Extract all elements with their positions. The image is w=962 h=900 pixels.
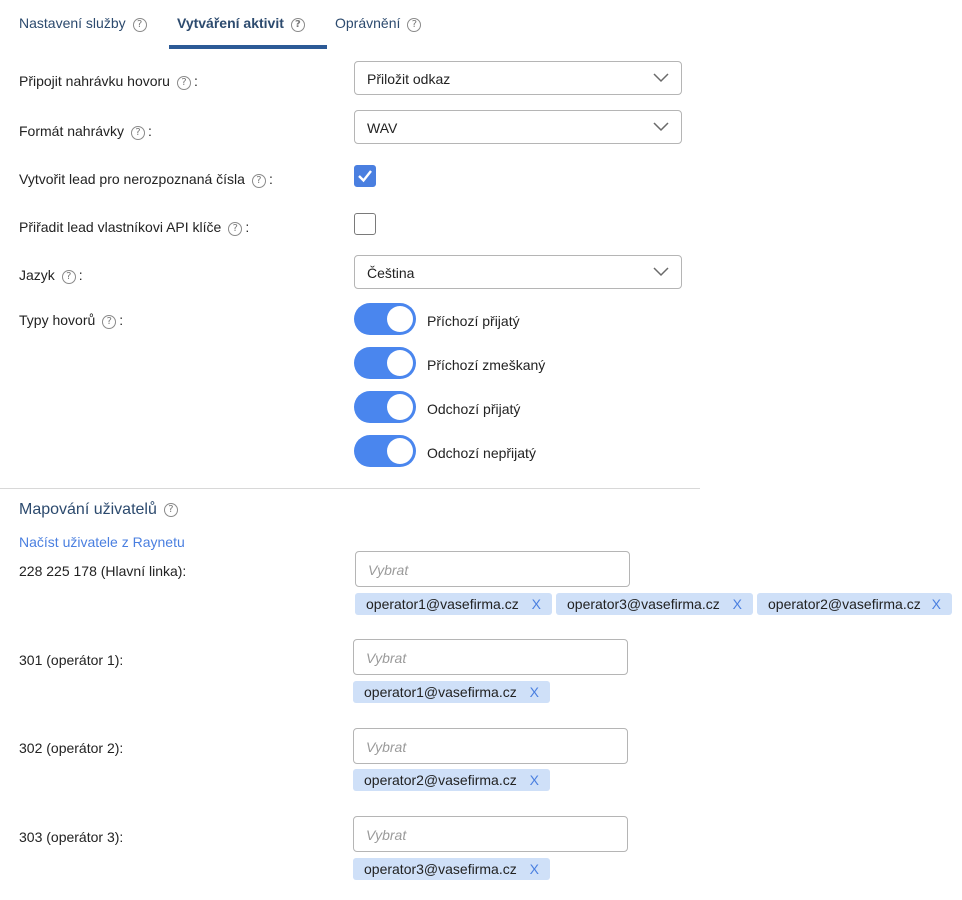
tab-label: Oprávnění [335, 15, 401, 31]
input-placeholder: Vybrat [368, 562, 409, 578]
toggle-knob [387, 438, 413, 464]
toggle-label: Příchozí zmeškaný [427, 357, 546, 373]
recording-label: Připojit nahrávku hovoru?: [19, 73, 198, 90]
help-icon[interactable]: ? [102, 315, 117, 329]
close-icon[interactable]: X [733, 596, 742, 612]
line-label: 228 225 178 (Hlavní linka): [19, 563, 187, 579]
help-icon[interactable]: ? [290, 18, 305, 32]
input-placeholder: Vybrat [366, 827, 407, 843]
tab-service-settings[interactable]: Nastavení služby? [19, 15, 147, 37]
format-value: WAV [367, 120, 398, 136]
tab-permissions[interactable]: Oprávnění? [335, 15, 422, 37]
toggle-label: Odchozí přijatý [427, 401, 521, 417]
tab-label: Nastavení služby [19, 15, 126, 31]
language-select[interactable]: Čeština [354, 255, 682, 289]
recording-select[interactable]: Přiložit odkaz [354, 61, 682, 95]
user-select-input[interactable]: Vybrat [355, 551, 630, 587]
user-chip: operator2@vasefirma.cz X [353, 769, 550, 791]
line-label: 302 (operátor 2): [19, 740, 124, 756]
assign-lead-label: Přiřadit lead vlastníkovi API klíče?: [19, 219, 250, 236]
toggle-label: Příchozí přijatý [427, 313, 520, 329]
check-icon [358, 170, 372, 183]
user-chip: operator1@vasefirma.cz X [355, 593, 552, 615]
help-icon[interactable]: ? [407, 18, 422, 32]
user-select-input[interactable]: Vybrat [353, 639, 628, 675]
toggle-knob [387, 350, 413, 376]
help-icon[interactable]: ? [176, 76, 191, 90]
line-label: 303 (operátor 3): [19, 829, 124, 845]
tab-activity-creation[interactable]: Vytváření aktivit? [177, 15, 305, 37]
format-label: Formát nahrávky?: [19, 123, 152, 140]
tab-label: Vytváření aktivit [177, 15, 284, 31]
help-icon[interactable]: ? [163, 503, 178, 517]
chevron-down-icon [653, 122, 669, 132]
close-icon[interactable]: X [932, 596, 941, 612]
create-lead-label: Vytvořit lead pro nerozpoznaná čísla?: [19, 171, 273, 188]
language-label: Jazyk?: [19, 267, 83, 284]
user-chip: operator2@vasefirma.cz X [757, 593, 952, 615]
language-value: Čeština [367, 265, 415, 281]
user-select-input[interactable]: Vybrat [353, 728, 628, 764]
toggle-incoming-answered[interactable] [354, 303, 416, 335]
toggle-outgoing-unanswered[interactable] [354, 435, 416, 467]
toggle-knob [387, 306, 413, 332]
close-icon[interactable]: X [530, 861, 539, 877]
toggle-incoming-missed[interactable] [354, 347, 416, 379]
create-lead-checkbox[interactable] [354, 165, 376, 187]
user-chip: operator3@vasefirma.cz X [353, 858, 550, 880]
line-label: 301 (operátor 1): [19, 652, 124, 668]
chevron-down-icon [653, 73, 669, 83]
recording-value: Přiložit odkaz [367, 71, 451, 87]
toggle-label: Odchozí nepřijatý [427, 445, 536, 461]
help-icon[interactable]: ? [251, 174, 266, 188]
call-types-label: Typy hovorů?: [19, 312, 124, 329]
format-select[interactable]: WAV [354, 110, 682, 144]
help-icon[interactable]: ? [132, 18, 147, 32]
toggle-outgoing-answered[interactable] [354, 391, 416, 423]
help-icon[interactable]: ? [228, 222, 243, 236]
section-divider [0, 488, 700, 489]
assign-lead-checkbox[interactable] [354, 213, 376, 235]
input-placeholder: Vybrat [366, 739, 407, 755]
close-icon[interactable]: X [530, 684, 539, 700]
toggle-knob [387, 394, 413, 420]
user-select-input[interactable]: Vybrat [353, 816, 628, 852]
help-icon[interactable]: ? [131, 126, 146, 140]
user-chip: operator3@vasefirma.cz X [556, 593, 753, 615]
load-users-link[interactable]: Načíst uživatele z Raynetu [19, 534, 185, 550]
close-icon[interactable]: X [532, 596, 541, 612]
help-icon[interactable]: ? [61, 270, 76, 284]
active-tab-indicator [169, 45, 327, 49]
chevron-down-icon [653, 267, 669, 277]
input-placeholder: Vybrat [366, 650, 407, 666]
mapping-title: Mapování uživatelů? [19, 501, 178, 519]
user-chip: operator1@vasefirma.cz X [353, 681, 550, 703]
close-icon[interactable]: X [530, 772, 539, 788]
